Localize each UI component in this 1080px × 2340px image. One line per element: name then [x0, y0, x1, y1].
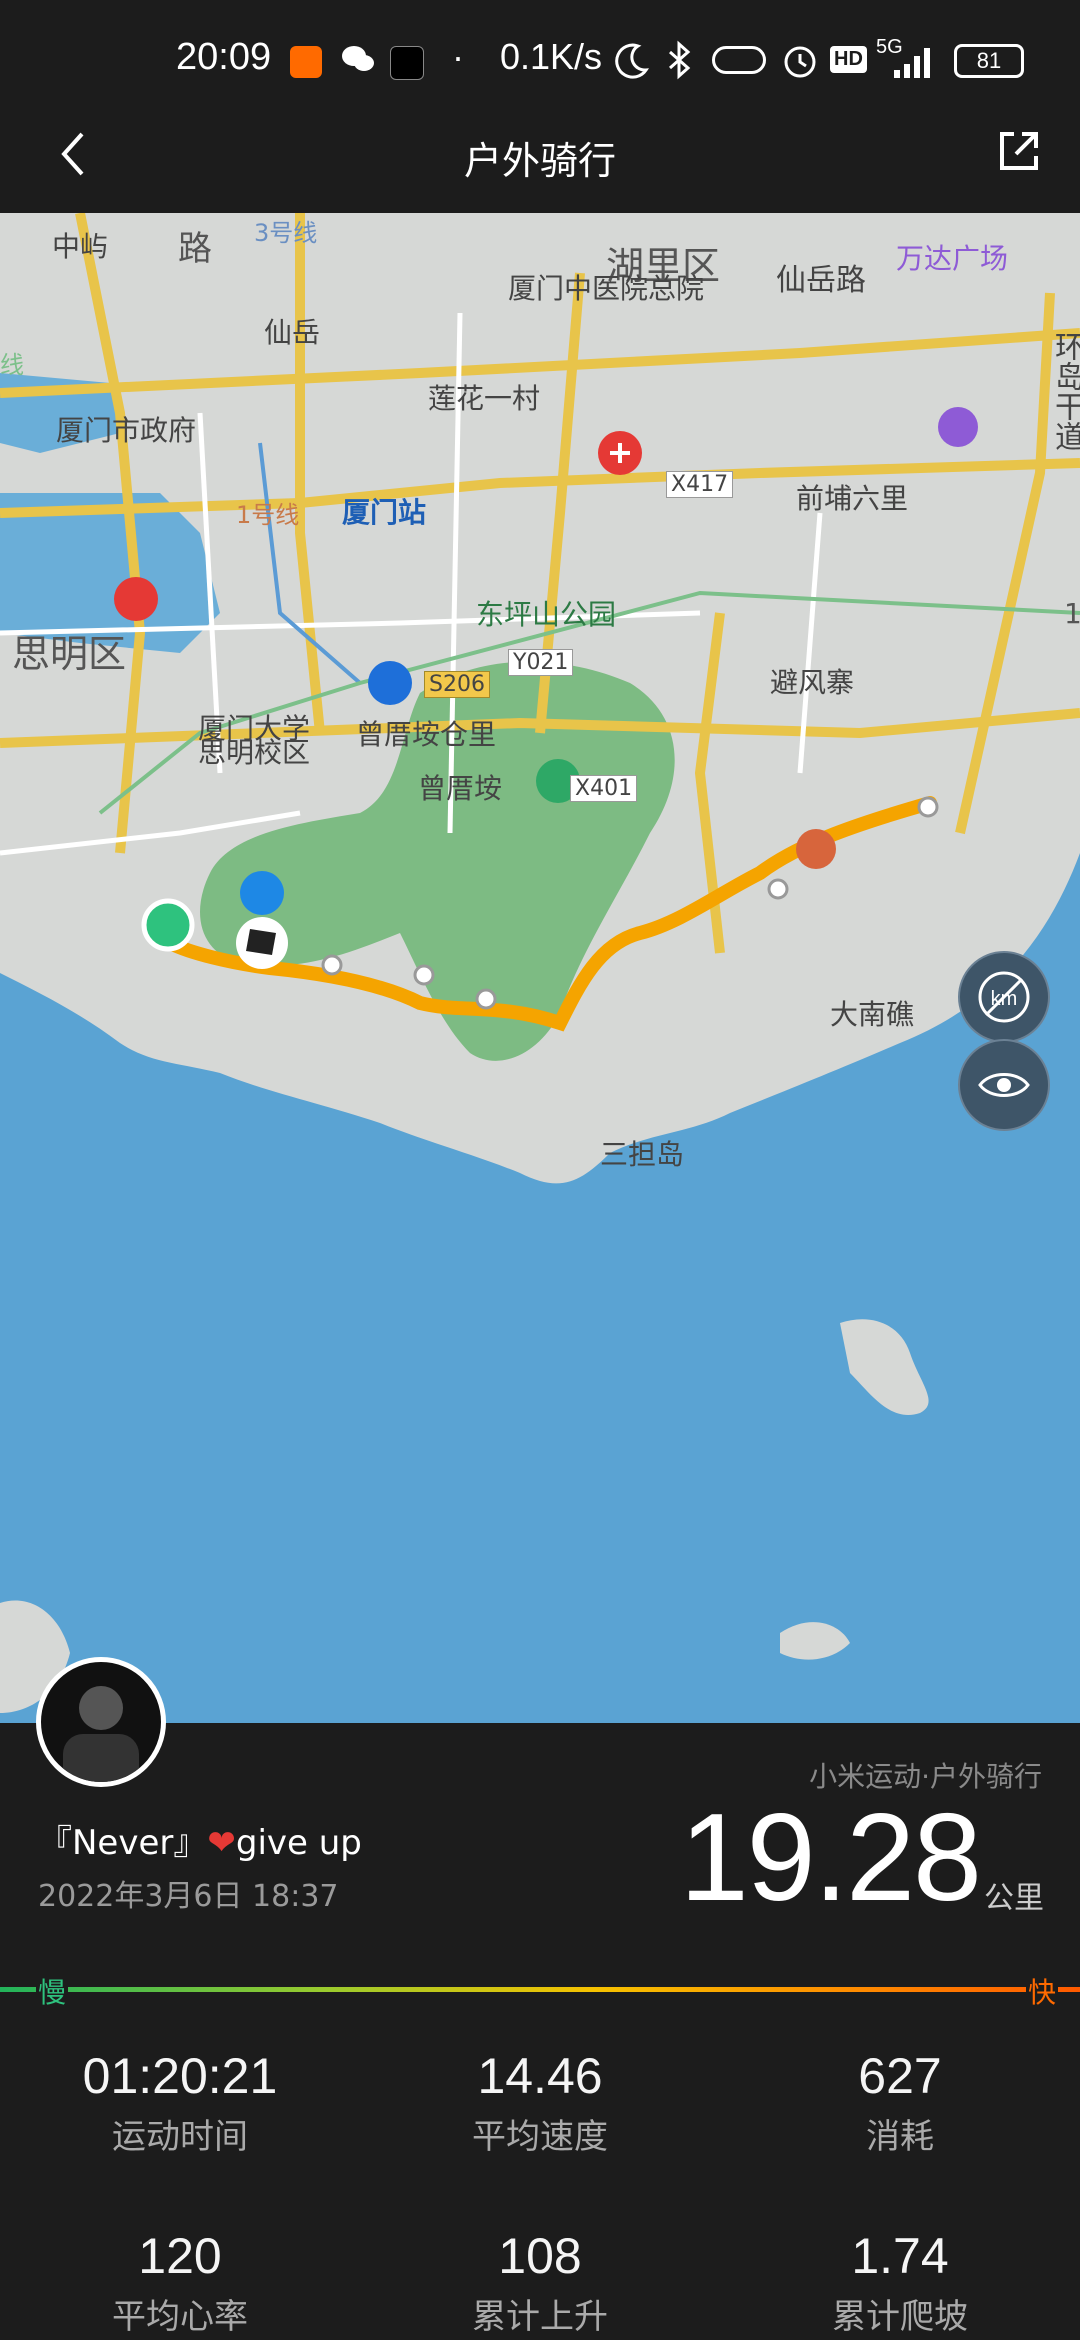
share-button[interactable]: [994, 126, 1044, 176]
net-speed: 0.1K/s: [500, 36, 603, 77]
stat-label: 运动时间: [112, 2117, 248, 2157]
map-label: 厦门中医院总院: [508, 272, 705, 305]
battery-level: 81: [976, 48, 1002, 73]
stat-label: 消耗: [866, 2117, 934, 2157]
stat-avg-heart-rate: 120 平均心率: [0, 2227, 360, 2338]
stat-value: 120: [138, 2228, 222, 2284]
stat-value: 108: [498, 2228, 582, 2284]
stat-total-climb: 1.74 累计爬坡: [720, 2227, 1080, 2338]
toggle-icon: [712, 46, 766, 74]
stat-total-ascent: 108 累计上升: [360, 2227, 720, 2338]
speed-slow-label: 慢: [36, 1971, 69, 2011]
speed-legend: 慢 快: [0, 1969, 1080, 2011]
start-marker: [141, 898, 195, 952]
stat-value: 1.74: [851, 2228, 949, 2284]
map-label: 仙岳: [264, 316, 321, 349]
map-label: 环岛干道: [1049, 331, 1080, 451]
stat-value: 14.46: [477, 2048, 603, 2104]
attraction-marker: [796, 829, 836, 869]
map-label: 仙岳路: [776, 263, 866, 298]
share-icon: [1000, 132, 1038, 170]
alarm-icon: [780, 40, 820, 84]
toggle-visibility-button[interactable]: [958, 1039, 1050, 1131]
map-label: 曾厝垵仓里: [356, 718, 497, 751]
map-label: Y021: [508, 649, 574, 676]
map-label: 莲花一村: [428, 382, 541, 415]
stat-calories: 627 消耗: [720, 2047, 1080, 2158]
map-label: 思明区: [12, 632, 127, 676]
map-label: 万达广场: [896, 242, 1009, 275]
user-line: 『Never』❤give up: [38, 1815, 362, 1864]
status-time: 20:09: [176, 36, 272, 78]
activity-summary-panel: 小米运动·户外骑行 『Never』❤give up 2022年3月6日 18:3…: [0, 1657, 1080, 2340]
page-title: 户外骑行: [463, 139, 616, 183]
map-label: 厦门市政府: [56, 414, 197, 447]
stat-label: 累计爬坡: [832, 2297, 968, 2337]
map-label: S206: [424, 671, 490, 698]
map-label: 前埔六里: [796, 482, 909, 515]
map-label: 避风寨: [770, 666, 855, 699]
map-label: 厦门站: [342, 496, 427, 529]
eye-icon: [978, 1073, 1030, 1097]
map-label: 线: [0, 351, 24, 379]
km-off-icon: km: [978, 971, 1030, 1023]
toggle-km-markers-button[interactable]: km: [958, 951, 1050, 1043]
stat-value: 627: [858, 2048, 942, 2104]
slogan: give up: [235, 1823, 362, 1863]
stat-label: 平均心率: [112, 2297, 248, 2337]
stat-label: 累计上升: [472, 2297, 608, 2337]
media-icon: [390, 46, 424, 80]
map-label: 大南礁: [830, 998, 915, 1031]
map-label: X401: [570, 775, 638, 802]
speed-gradient-bar: [0, 1987, 1080, 1992]
moon-icon: [612, 40, 652, 84]
signal-icon: [880, 44, 940, 84]
mi-app-icon: [290, 46, 322, 78]
stat-value: 01:20:21: [82, 2048, 278, 2104]
map-label: 3号线: [254, 219, 318, 247]
stat-duration: 01:20:21 运动时间: [0, 2047, 360, 2158]
map-label: X417: [666, 471, 734, 498]
user-name: 『Never』: [38, 1823, 208, 1863]
distance-unit: 公里: [984, 1881, 1044, 1916]
battery-icon: 81: [954, 44, 1024, 78]
shopping-marker: [938, 407, 978, 447]
map-label: 思明校区: [198, 736, 311, 769]
speed-fast-label: 快: [1025, 1971, 1058, 2011]
avatar[interactable]: [36, 1657, 166, 1787]
map-label: 1号线: [236, 501, 300, 529]
government-marker: [114, 577, 158, 621]
hd-badge: HD: [830, 46, 867, 73]
map-label: 路: [178, 229, 212, 269]
heart-icon: ❤: [207, 1823, 236, 1863]
school-marker: [240, 871, 284, 915]
stat-avg-speed: 14.46 平均速度: [360, 2047, 720, 2158]
distance-value: 19.28: [679, 1789, 982, 1927]
map-label: 1: [1064, 597, 1080, 630]
train-station-marker: [368, 661, 412, 705]
map-label: 三担岛: [600, 1138, 685, 1171]
map-label: 中屿: [52, 230, 109, 263]
checkered-flag-icon: [246, 929, 276, 955]
stat-label: 平均速度: [472, 2117, 608, 2157]
dot-icon: ·: [452, 36, 464, 77]
status-bar: 20:09 · 0.1K/s HD 5G 81: [0, 0, 1080, 125]
map-label: 曾厝垵: [418, 772, 503, 805]
map-label: 东坪山公园: [476, 598, 617, 631]
activity-datetime: 2022年3月6日 18:37: [38, 1879, 339, 1914]
wechat-icon: [340, 44, 376, 74]
bluetooth-icon: [664, 40, 696, 84]
route-map[interactable]: 路 湖里区 中屿 3号线 厦门中医院总院 仙岳路 万达广场 仙岳 线 环岛干道 …: [0, 213, 1080, 1723]
avatar-image: [63, 1686, 139, 1782]
